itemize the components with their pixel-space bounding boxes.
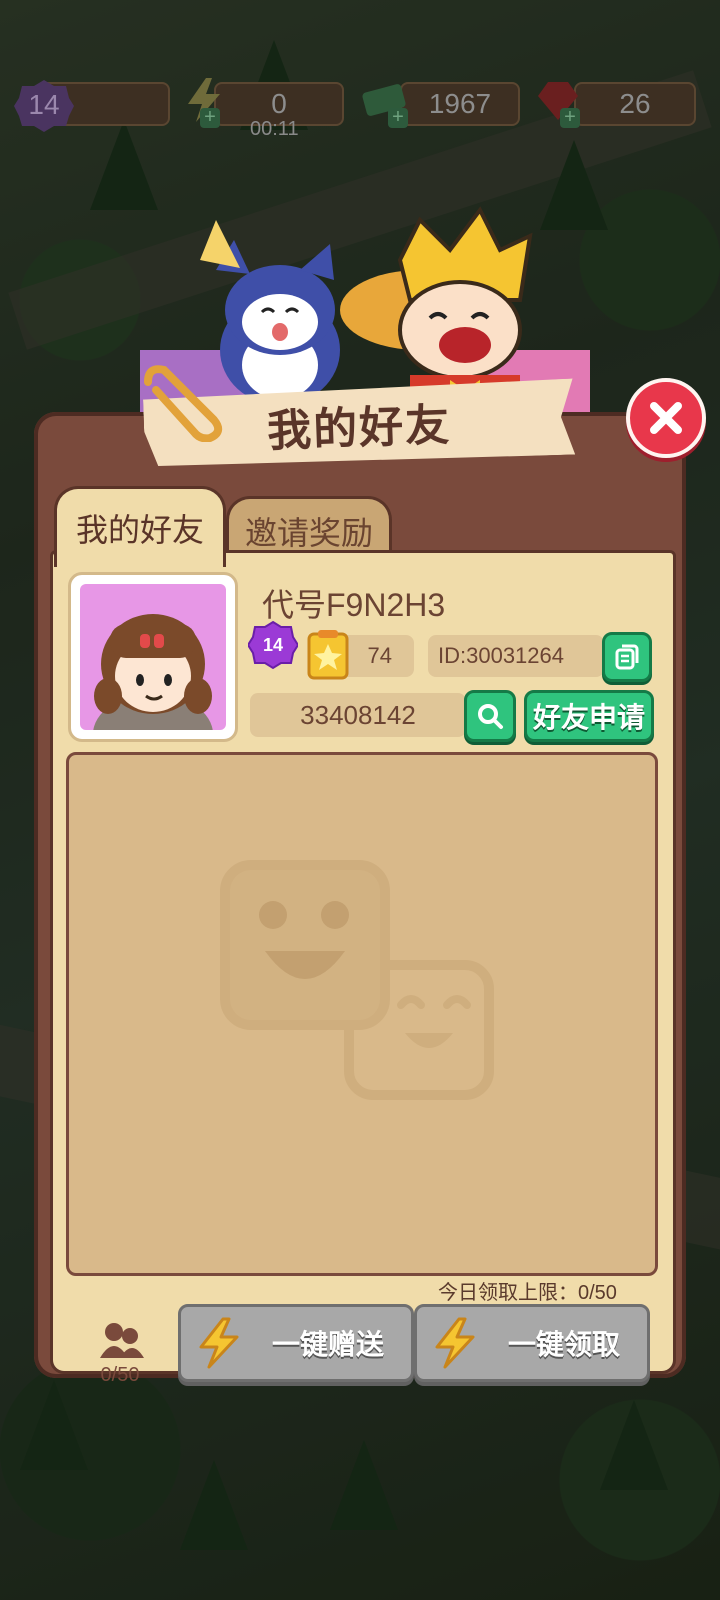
friend-search-input[interactable]: 33408142 (250, 693, 466, 737)
claim-all-button[interactable]: 一键领取 (414, 1304, 650, 1382)
friend-count-value: 0/50 (100, 1364, 140, 1386)
copy-icon (615, 644, 639, 670)
cash-counter[interactable]: 1967 (400, 82, 520, 126)
tab-my-friends[interactable]: 我的好友 (54, 486, 226, 567)
dialog-title: 我的好友 (266, 400, 452, 457)
friend-list-empty (66, 752, 658, 1276)
send-all-label: 一键赠送 (271, 1329, 384, 1360)
energy-timer: 00:11 (250, 118, 299, 140)
send-all-button[interactable]: 一键赠送 (178, 1304, 414, 1382)
gem-value: 26 (619, 88, 651, 119)
close-icon (650, 402, 682, 434)
girl-avatar-icon (93, 614, 213, 730)
energy-value: 0 (271, 88, 287, 119)
daily-claim-limit: 今日领取上限：0/50 (438, 1282, 617, 1304)
avatar[interactable] (68, 572, 238, 742)
cash-add-icon[interactable]: + (388, 107, 408, 128)
gem-counter[interactable]: 26 (574, 82, 696, 126)
player-id: ID:30031264 (438, 643, 564, 668)
friend-count: 0/50 (90, 1320, 150, 1400)
player-level: 14 (28, 89, 60, 120)
star-count: 74 (367, 643, 392, 668)
search-icon (478, 704, 503, 729)
copy-id-button[interactable] (602, 632, 652, 682)
top-hud: 14 0 + 1967 + 26 + (0, 78, 720, 132)
star-clipboard-icon (307, 630, 349, 680)
search-button[interactable] (464, 690, 516, 742)
profile-level: 14 (262, 634, 284, 655)
player-id-box: ID:30031264 (428, 635, 604, 677)
close-button[interactable] (626, 378, 706, 458)
friend-requests-button[interactable]: 好友申请 (524, 690, 654, 742)
empty-smiley-icon (220, 860, 494, 1100)
paperclip-icon (144, 365, 223, 442)
player-level-badge: 14 (14, 78, 74, 132)
avatar-image (80, 584, 226, 730)
cash-value: 1967 (428, 88, 492, 119)
lightning-icon (199, 1317, 239, 1369)
gem-add-icon[interactable]: + (560, 107, 580, 128)
lightning-icon (435, 1317, 475, 1369)
friends-icon (100, 1323, 144, 1358)
claim-all-label: 一键领取 (507, 1329, 620, 1360)
friend-requests-label: 好友申请 (532, 702, 645, 733)
friend-search-value: 33408142 (300, 699, 416, 730)
energy-add-icon[interactable]: + (200, 107, 220, 128)
